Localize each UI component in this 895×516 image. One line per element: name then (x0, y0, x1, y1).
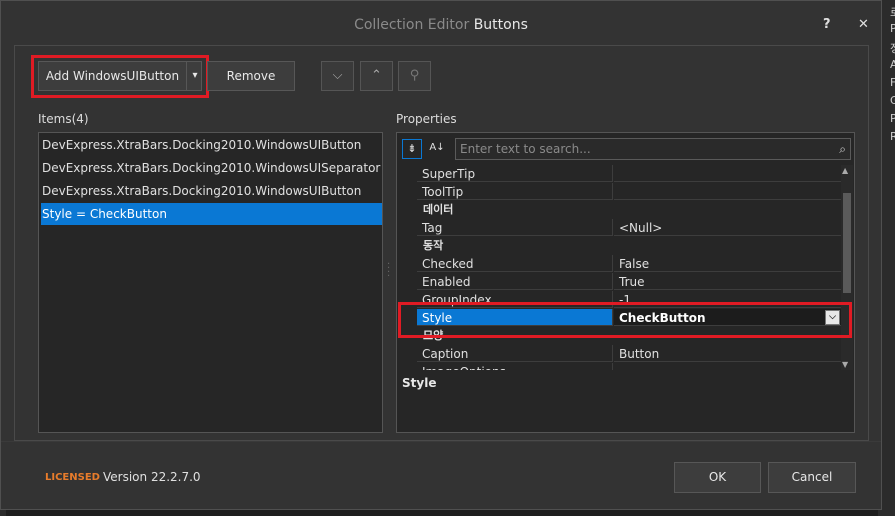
property-row[interactable]: Caption Button (417, 345, 842, 363)
items-label: Items(4) (38, 112, 89, 126)
property-name: SuperTip (417, 165, 613, 182)
property-category[interactable]: ▼동작 (417, 237, 842, 255)
title-bar: Collection Editor Buttons ? ✕ (1, 1, 881, 45)
property-value[interactable]: <Null> (614, 219, 842, 236)
search-icon: ⌕ (839, 142, 846, 156)
property-value[interactable] (614, 165, 842, 182)
background-text-fragment: 로 (890, 4, 895, 20)
chevron-up-icon: ⌃ (371, 68, 382, 83)
version-label: Version 22.2.7.0 (103, 470, 201, 484)
ok-button[interactable]: OK (674, 462, 761, 493)
property-value-text: True (619, 275, 645, 289)
list-item[interactable]: Style = CheckButton (41, 203, 382, 225)
collection-editor-dialog: Collection Editor Buttons ? ✕ Add Window… (0, 0, 882, 510)
style-row-highlight (398, 302, 852, 338)
property-name: Enabled (417, 273, 613, 290)
licensed-badge: LICENSED (45, 472, 100, 483)
property-row[interactable]: Checked False (417, 255, 842, 273)
property-description-title: Style (402, 376, 437, 390)
background-text-fragment: R (890, 130, 895, 143)
category-label: 데이터 (423, 203, 454, 216)
scroll-up-arrow-icon[interactable]: ▲ (842, 166, 848, 175)
property-row[interactable]: Enabled True (417, 273, 842, 291)
background-text-fragment: F (890, 76, 895, 89)
property-value[interactable]: False (614, 255, 842, 272)
background-text-fragment: 정 (890, 40, 895, 56)
property-row[interactable]: Tag <Null> (417, 219, 842, 237)
scrollbar-thumb[interactable] (843, 193, 851, 293)
property-name: ToolTip (417, 183, 613, 200)
property-value[interactable] (614, 183, 842, 200)
cancel-button[interactable]: Cancel (768, 462, 856, 493)
property-search-input[interactable]: Enter text to search... ⌕ (455, 138, 851, 160)
property-scrollbar[interactable]: ▲ ▼ (841, 165, 853, 370)
footer-separator (1, 441, 881, 442)
remove-button[interactable]: Remove (207, 61, 295, 91)
background-text-fragment: P (890, 112, 895, 125)
alphabetical-view-button[interactable]: A↓ (426, 139, 448, 159)
property-name: Checked (417, 255, 613, 272)
property-name: ImageOptions (417, 363, 613, 370)
property-value[interactable] (614, 363, 842, 370)
scroll-down-arrow-icon[interactable]: ▼ (842, 360, 848, 369)
title-collection-name: Buttons (473, 17, 528, 33)
property-value[interactable]: Button (614, 345, 842, 362)
move-up-button[interactable]: ⌃ (360, 61, 393, 91)
splitter-grip[interactable]: · · · · (387, 260, 390, 282)
property-row[interactable]: ToolTip (417, 183, 842, 201)
help-button[interactable]: ? (823, 17, 831, 32)
list-item[interactable]: DevExpress.XtraBars.Docking2010.WindowsU… (41, 180, 382, 202)
property-category[interactable]: ▼데이터 (417, 201, 842, 219)
move-down-button[interactable]: ⌵ (321, 61, 354, 91)
property-value-text: False (619, 257, 650, 271)
chevron-down-icon: ⌵ (332, 68, 343, 83)
background-text-fragment: P (890, 22, 895, 35)
property-row[interactable]: SuperTip (417, 165, 842, 183)
alphabetical-sort-icon: A↓ (429, 142, 445, 153)
title-prefix: Collection Editor (354, 17, 470, 33)
items-listbox[interactable]: DevExpress.XtraBars.Docking2010.WindowsU… (38, 132, 383, 433)
properties-label: Properties (396, 112, 457, 126)
magnifier-icon: ⚲ (409, 68, 420, 83)
search-placeholder: Enter text to search... (460, 142, 591, 156)
add-button-highlight (31, 55, 209, 98)
close-button[interactable]: ✕ (858, 17, 869, 32)
property-name: Caption (417, 345, 613, 362)
list-item[interactable]: DevExpress.XtraBars.Docking2010.WindowsU… (41, 134, 382, 156)
category-label: 동작 (423, 239, 444, 252)
property-grid: ⇟ A↓ Enter text to search... ⌕ SuperTip T… (396, 132, 855, 433)
find-button[interactable]: ⚲ (398, 61, 431, 91)
property-row[interactable]: ImageOptions (417, 363, 842, 370)
background-text-fragment: G (890, 94, 895, 107)
dialog-title: Collection Editor Buttons (1, 17, 881, 33)
property-rows: SuperTipToolTip▼데이터Tag <Null> ▼동작Checked Fa… (417, 165, 842, 370)
property-value-text: Button (619, 347, 660, 361)
categorized-icon: ⇟ (407, 142, 417, 155)
categorized-view-button[interactable]: ⇟ (402, 139, 422, 159)
property-value[interactable]: True (614, 273, 842, 290)
property-name: Tag (417, 219, 613, 236)
background-text-fragment: A (890, 58, 895, 71)
list-item[interactable]: DevExpress.XtraBars.Docking2010.WindowsU… (41, 157, 382, 179)
property-value-text: <Null> (619, 221, 663, 235)
